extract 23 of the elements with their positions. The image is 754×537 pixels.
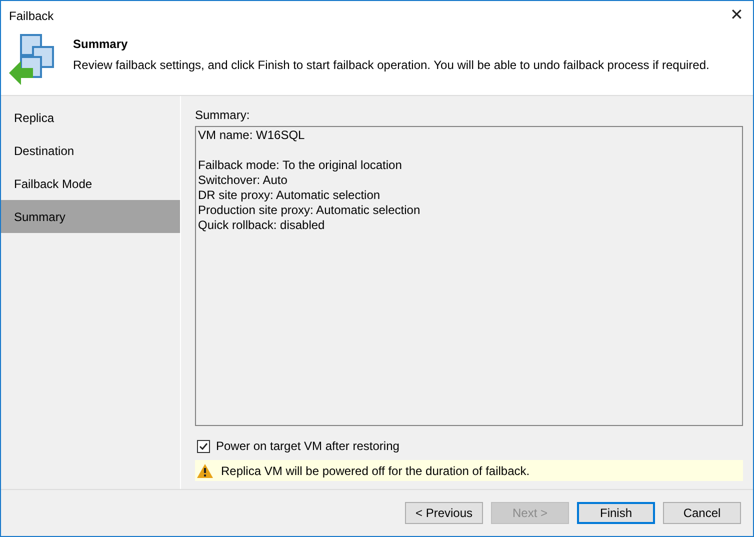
summary-line: VM name: W16SQL — [198, 128, 306, 143]
summary-line: Production site proxy: Automatic selection — [198, 203, 422, 218]
summary-line: Quick rollback: disabled — [198, 218, 326, 233]
close-button[interactable]: ✕ — [730, 8, 743, 24]
summary-box[interactable]: VM name: W16SQL Failback mode: To the original location Switchover: Auto DR site proxy: Automatic selection Production site proxy: Automatic selection Quick rollback: disabled — [195, 126, 743, 426]
checkbox[interactable] — [197, 440, 210, 453]
window-title: Failback — [9, 8, 54, 25]
step-item[interactable]: Replica — [1, 101, 180, 134]
summary-label: Summary: — [195, 107, 251, 124]
checkbox-label: Power on target VM after restoring — [216, 438, 400, 456]
warning-icon — [197, 464, 213, 478]
header-title: Summary — [73, 36, 129, 53]
dialog-button[interactable]: < Previous — [405, 502, 483, 524]
header-description: Review failback settings, and click Finish to start failback operation. You will be able to undo failback process if required. — [73, 57, 710, 74]
step-item[interactable]: Destination — [1, 134, 180, 167]
step-item[interactable]: Failback Mode — [1, 167, 180, 200]
summary-line: Switchover: Auto — [198, 173, 288, 188]
dialog-button[interactable]: Finish — [577, 502, 655, 524]
warning-text: Replica VM will be powered off for the duration of failback. — [221, 462, 530, 480]
dialog-button[interactable]: Cancel — [663, 502, 741, 524]
summary-line: Failback mode: To the original location — [198, 158, 403, 173]
summary-line: DR site proxy: Automatic selection — [198, 188, 382, 203]
step-item[interactable]: Summary — [1, 200, 180, 233]
